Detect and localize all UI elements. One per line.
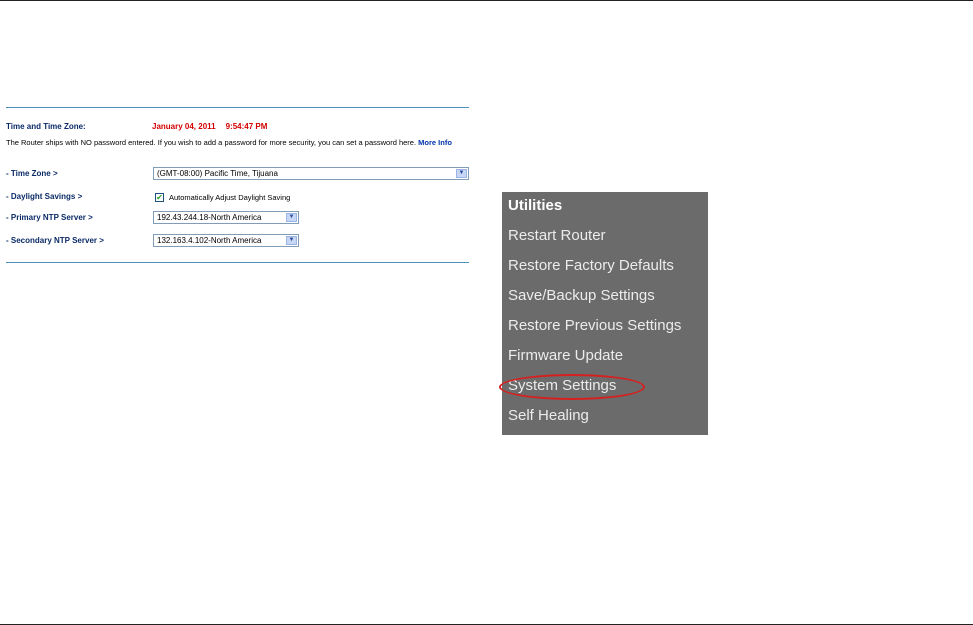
top-rule (0, 0, 973, 1)
time-zone-value: (GMT-08:00) Pacific Time, Tijuana (157, 169, 278, 178)
utilities-menu-title: Utilities (508, 197, 563, 214)
password-note-text: The Router ships with NO password entere… (6, 138, 417, 147)
current-date: January 04, 2011 (152, 122, 216, 131)
daylight-savings-checkbox[interactable]: ✔ (155, 193, 164, 202)
system-settings-highlight-ellipse (499, 374, 645, 400)
time-settings-panel: Time and Time Zone: January 04, 2011 9:54… (6, 107, 470, 264)
secondary-ntp-select[interactable]: 132.163.4.102-North America ▼ (153, 234, 299, 247)
menu-item-self-healing[interactable]: Self Healing (508, 407, 589, 424)
menu-item-firmware-update[interactable]: Firmware Update (508, 347, 623, 364)
secondary-ntp-label: - Secondary NTP Server > (6, 236, 104, 245)
panel-top-divider (6, 107, 469, 108)
daylight-savings-label: - Daylight Savings > (6, 192, 83, 201)
checkmark-icon: ✔ (156, 193, 163, 202)
password-note: The Router ships with NO password entere… (6, 138, 470, 148)
menu-item-save-backup-settings[interactable]: Save/Backup Settings (508, 287, 655, 304)
primary-ntp-value: 192.43.244.18-North America (157, 213, 262, 222)
time-zone-label: - Time Zone > (6, 169, 58, 178)
menu-item-restore-factory-defaults[interactable]: Restore Factory Defaults (508, 257, 674, 274)
daylight-savings-checkbox-label[interactable]: Automatically Adjust Daylight Saving (169, 193, 290, 202)
chevron-down-icon[interactable]: ▼ (286, 236, 297, 245)
primary-ntp-label: - Primary NTP Server > (6, 213, 93, 222)
menu-item-restart-router[interactable]: Restart Router (508, 227, 606, 244)
time-zone-heading: Time and Time Zone: (6, 122, 86, 131)
chevron-down-icon[interactable]: ▼ (456, 169, 467, 178)
more-info-link[interactable]: More Info (418, 138, 452, 147)
current-time: 9:54:47 PM (225, 122, 268, 131)
primary-ntp-select[interactable]: 192.43.244.18-North America ▼ (153, 211, 299, 224)
secondary-ntp-value: 132.163.4.102-North America (157, 236, 262, 245)
time-zone-select[interactable]: (GMT-08:00) Pacific Time, Tijuana ▼ (153, 167, 469, 180)
menu-item-restore-previous-settings[interactable]: Restore Previous Settings (508, 317, 681, 334)
chevron-down-icon[interactable]: ▼ (286, 213, 297, 222)
current-datetime: January 04, 2011 9:54:47 PM (152, 122, 267, 131)
panel-bottom-divider (6, 262, 469, 263)
